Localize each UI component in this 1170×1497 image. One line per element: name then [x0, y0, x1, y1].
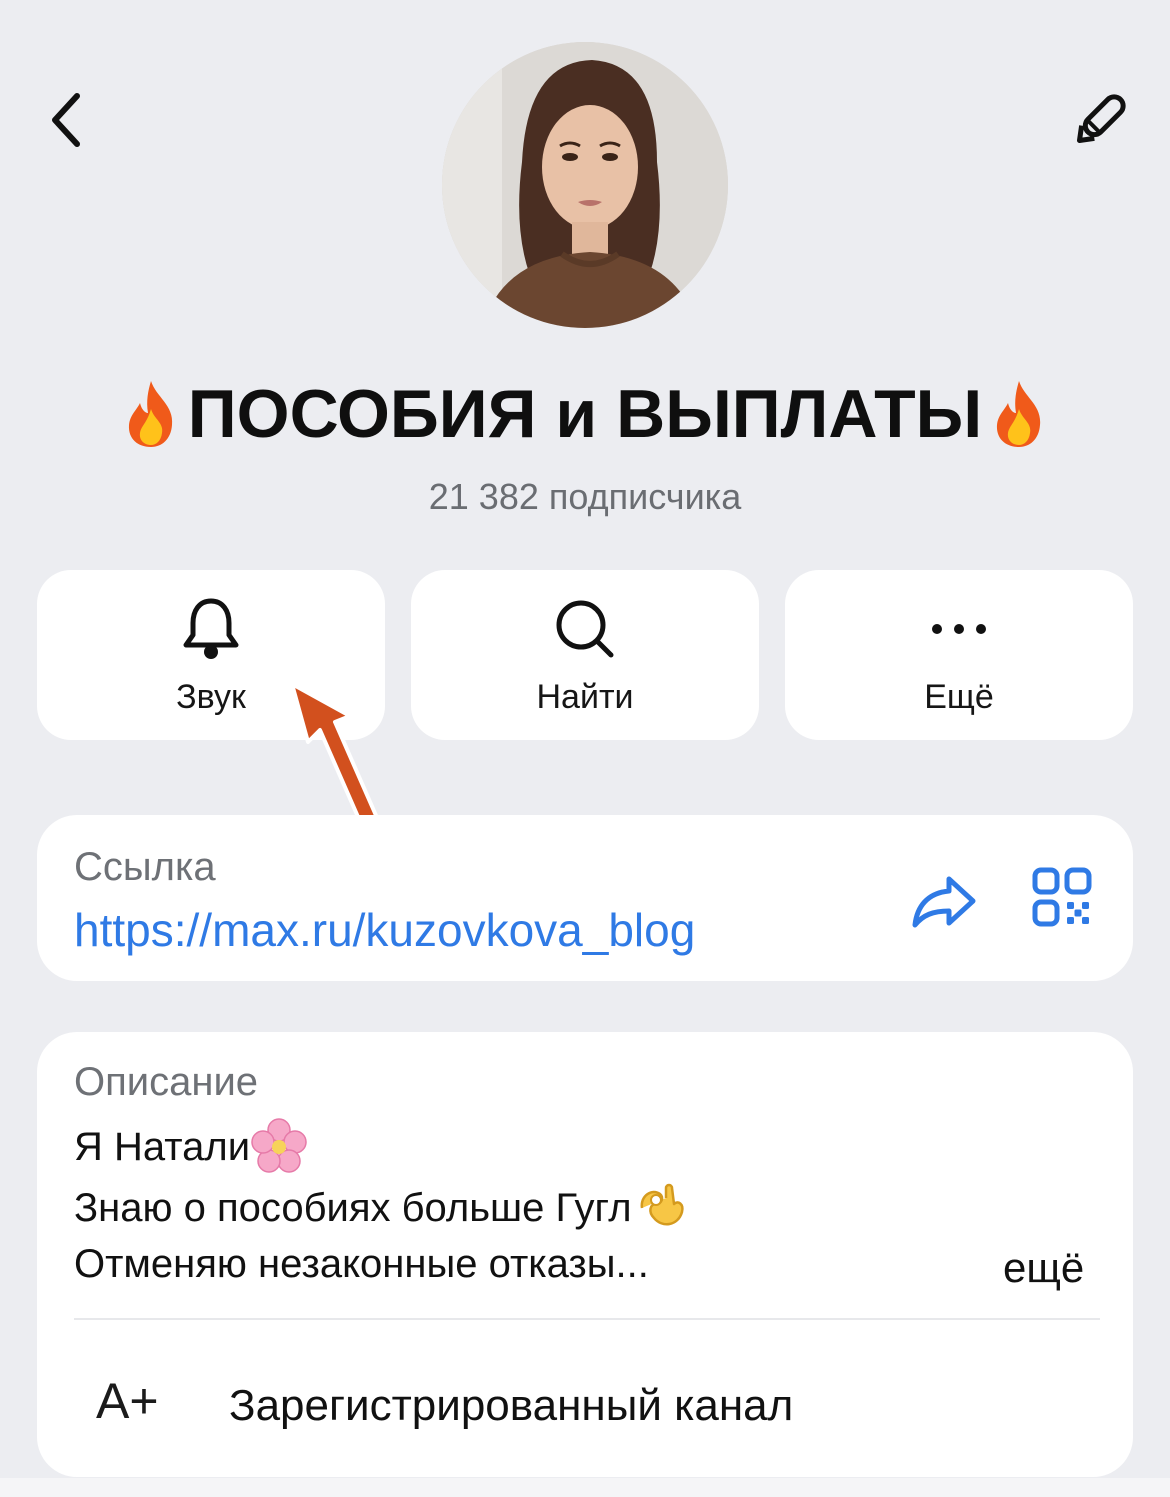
registered-channel-label: Зарегистрированный канал: [229, 1381, 794, 1430]
divider: [74, 1318, 1100, 1320]
back-button[interactable]: [30, 80, 100, 160]
bell-icon: [183, 598, 239, 659]
description-caption: Описание: [74, 1060, 259, 1104]
description-line-3-text: Отменяю незаконные отказы...: [74, 1242, 649, 1286]
fire-emoji-icon: [128, 381, 172, 447]
channel-link[interactable]: https://max.ru/kuzovkova_blog: [74, 903, 695, 957]
share-button[interactable]: [905, 862, 983, 940]
edit-button[interactable]: [1060, 80, 1140, 160]
subscriber-count: 21 382 подписчика: [428, 476, 742, 517]
channel-title-row: ПОСОБИЯ и ВЫПЛАТЫ: [0, 375, 1170, 453]
chevron-left-icon: [52, 93, 80, 147]
more-button[interactable]: Ещё: [785, 570, 1133, 740]
ok-hand-emoji-icon: [640, 1183, 684, 1226]
search-icon: [556, 600, 614, 658]
description-line-3: Отменяю незаконные отказы...: [74, 1242, 649, 1287]
bottom-edge: [0, 1478, 1170, 1497]
description-line-1-text: Я Натали: [74, 1124, 251, 1169]
description-more-link[interactable]: ещё: [1003, 1244, 1084, 1292]
description-line-2: Знаю о пособиях больше Гугл: [74, 1178, 688, 1238]
registered-channel-icon: A+: [96, 1373, 159, 1429]
description-line-1: Я Натали: [74, 1118, 308, 1176]
search-button[interactable]: Найти: [411, 570, 759, 740]
qr-code-icon: [1032, 867, 1092, 927]
description-line-2-text: Знаю о пособиях больше Гугл: [74, 1185, 632, 1230]
avatar-photo: [442, 42, 728, 328]
more-dots-icon: [932, 624, 986, 634]
link-caption: Ссылка: [74, 845, 216, 889]
qr-code-button[interactable]: [1027, 862, 1097, 932]
sound-label: Звук: [176, 678, 246, 716]
share-arrow-icon: [912, 876, 976, 928]
search-label: Найти: [536, 678, 634, 716]
cherry-blossom-emoji-icon: [251, 1118, 307, 1173]
pencil-icon: [1076, 94, 1126, 144]
channel-title: ПОСОБИЯ и ВЫПЛАТЫ: [187, 376, 983, 452]
channel-avatar[interactable]: [442, 42, 728, 328]
fire-emoji-icon: [997, 381, 1041, 447]
more-label: Ещё: [924, 678, 994, 716]
